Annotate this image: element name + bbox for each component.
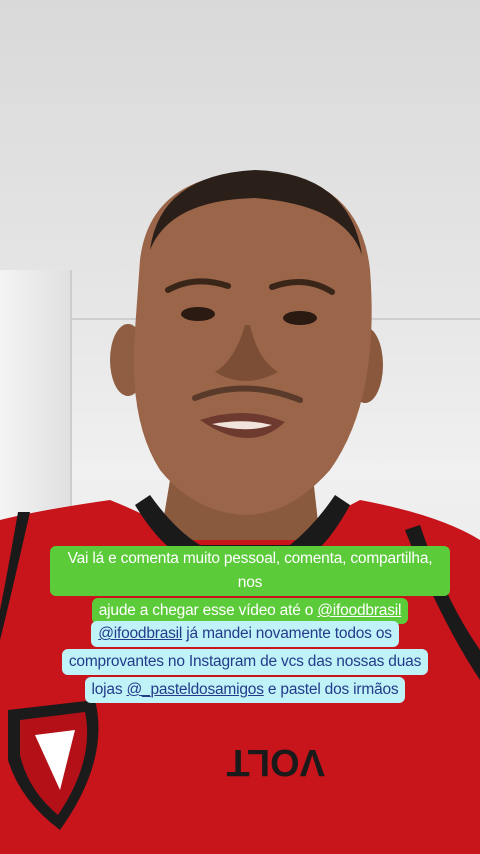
shirt-brand-logo: VOLT bbox=[226, 741, 325, 783]
caption-green-line2-text: ajude a chegar esse vídeo até o bbox=[98, 602, 318, 619]
caption-cyan-line1-text: já mandei novamente todos os bbox=[182, 625, 392, 642]
caption-cyan-line1: @ifoodbrasil já mandei novamente todos o… bbox=[91, 621, 399, 647]
mention-ifoodbrasil-link-2[interactable]: @ifoodbrasil bbox=[98, 625, 182, 642]
caption-cyan-line3-post: e pastel dos irmãos bbox=[263, 681, 399, 698]
caption-cyan-line3: lojas @_pasteldosamigos e pastel dos irm… bbox=[84, 677, 406, 703]
mention-ifoodbrasil-link[interactable]: @ifoodbrasil bbox=[317, 602, 401, 619]
story-viewer[interactable]: VOLT Vai lá e comenta muito pessoal, com… bbox=[0, 0, 480, 854]
caption-cyan-line2: comprovantes no Instagram de vcs das nos… bbox=[61, 649, 429, 675]
person-video-frame: VOLT bbox=[0, 170, 480, 854]
mention-pasteldosamigos-link[interactable]: @_pasteldosamigos bbox=[126, 681, 263, 698]
caption-green-line1: Vai lá e comenta muito pessoal, comenta,… bbox=[50, 546, 450, 596]
caption-sticker-green: Vai lá e comenta muito pessoal, comenta,… bbox=[50, 546, 450, 626]
caption-cyan-line3-pre: lojas bbox=[91, 681, 127, 698]
caption-sticker-cyan: @ifoodbrasil já mandei novamente todos o… bbox=[30, 621, 460, 705]
